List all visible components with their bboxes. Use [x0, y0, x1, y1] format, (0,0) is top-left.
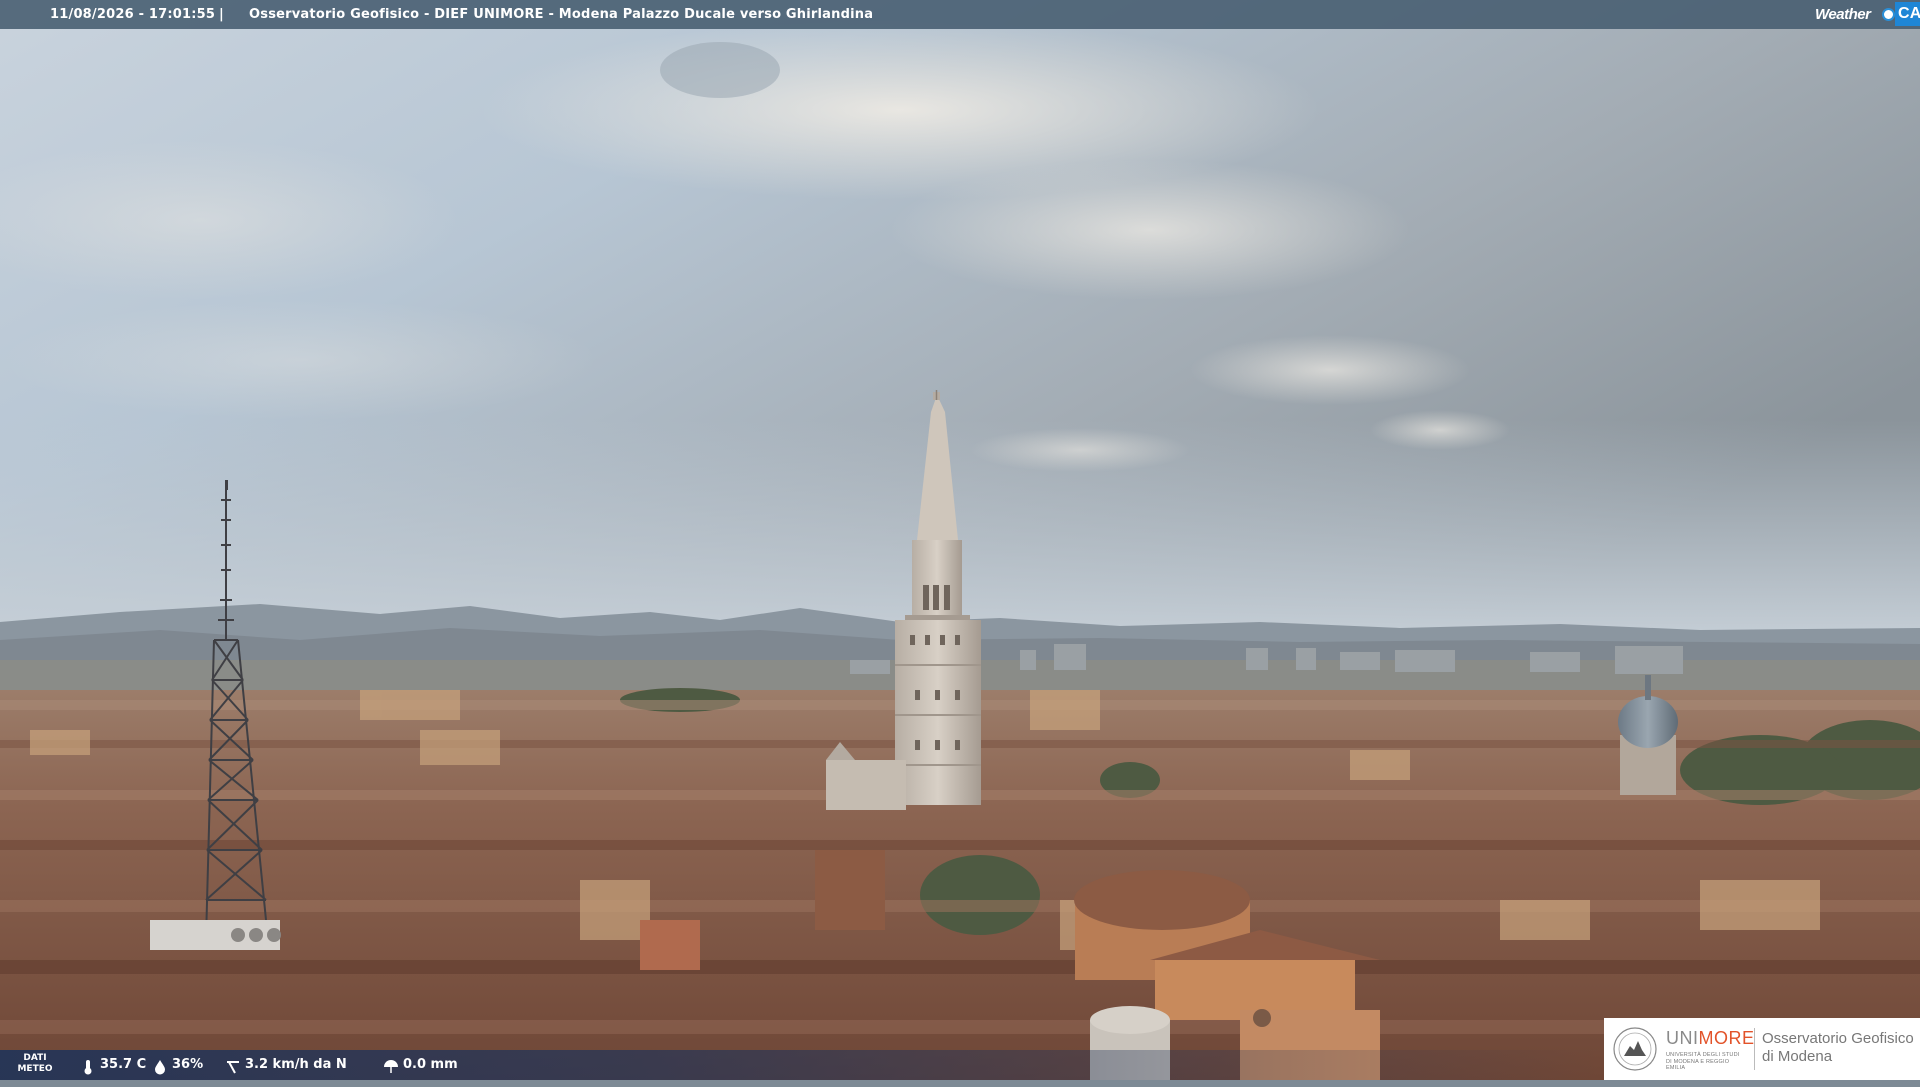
university-full-name: UNIVERSITÀ DEGLI STUDI DI MODENA E REGGI…: [1666, 1052, 1740, 1071]
unimore-logo: UNIMORE UNIVERSITÀ DEGLI STUDI DI MODENA…: [1604, 1018, 1920, 1080]
unimore-wordmark: UNIMORE: [1666, 1028, 1755, 1049]
wind-reading: 3.2 km/h da N: [225, 1050, 347, 1080]
thermometer-icon: [80, 1057, 96, 1075]
wind-icon: [225, 1057, 241, 1074]
temperature-reading: 35.7 C: [80, 1050, 146, 1080]
weathercam-logo: Weather CAM: [1815, 0, 1920, 29]
temperature-value: 35.7 C: [100, 1057, 147, 1072]
webcam-image: [0, 0, 1920, 1080]
wordmark-more: MORE: [1698, 1028, 1755, 1048]
umbrella-icon: [383, 1057, 399, 1073]
rain-reading: 0.0 mm: [383, 1050, 458, 1080]
weather-data-label: DATI METEO: [17, 1053, 53, 1074]
humidity-reading: 36%: [152, 1050, 203, 1080]
logo-divider: [1754, 1028, 1755, 1070]
rain-value: 0.0 mm: [403, 1057, 458, 1072]
wind-value: 3.2 km/h da N: [245, 1057, 347, 1072]
weathercam-logo-weather: Weather: [1815, 6, 1871, 23]
top-info-bar: 11/08/2026 - 17:01:55 | Osservatorio Geo…: [0, 0, 1920, 29]
university-seal-icon: [1613, 1027, 1657, 1071]
weather-data-bar: DATI METEO 35.7 C 36% 3.2 km/h da N 0.0 …: [0, 1050, 1600, 1080]
camera-title: Osservatorio Geofisico - DIEF UNIMORE - …: [249, 7, 874, 22]
header-separator: |: [219, 7, 224, 22]
timestamp: 11/08/2026 - 17:01:55: [50, 7, 216, 22]
humidity-value: 36%: [172, 1057, 204, 1072]
wordmark-uni: UNI: [1666, 1028, 1699, 1048]
weathercam-logo-cam: CAM: [1895, 2, 1920, 26]
camera-dot-icon: [1882, 8, 1895, 21]
water-drop-icon: [152, 1057, 168, 1075]
observatory-name: Osservatorio Geofisico di Modena: [1762, 1030, 1914, 1065]
